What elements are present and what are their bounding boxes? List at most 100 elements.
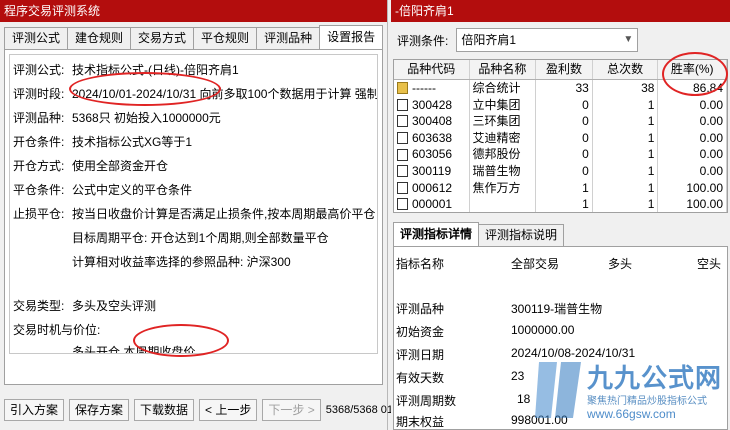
detail-row: 有效天数 23 xyxy=(394,369,727,387)
stop-value: 按当日收盘价计算是否满足止损条件,按本周期最高价平仓 xyxy=(72,207,376,221)
row-code: 603638 xyxy=(412,130,453,145)
table-row[interactable]: 300119 瑞普生物 0 1 0.00 xyxy=(394,162,727,180)
row-profit: 33 xyxy=(536,80,593,97)
detail-row-value: 23 xyxy=(511,369,525,383)
row-code: 300119 xyxy=(412,163,452,178)
checkbox-icon[interactable] xyxy=(397,198,408,211)
detail-row-name: 期末权益 xyxy=(396,415,445,429)
prev-step-button[interactable]: < 上一步 xyxy=(199,399,258,421)
header-name[interactable]: 品种名称 xyxy=(470,60,537,79)
benchmark-value: 计算相对收益率选择的参照品种: 沪深300 xyxy=(72,255,291,269)
row-profit: 1 xyxy=(536,179,593,197)
checkbox-icon[interactable] xyxy=(397,165,408,178)
detail-header: 指标名称 全部交易 多头 空头 xyxy=(394,255,727,273)
row-total: 38 xyxy=(593,80,659,97)
trade-type-value: 多头及空头评测 xyxy=(72,299,157,313)
window-title: 程序交易评测系统 xyxy=(0,0,387,22)
tab-symbols[interactable]: 评测品种 xyxy=(256,27,321,49)
detail-row-name: 评测品种 xyxy=(396,302,445,316)
tab-report[interactable]: 设置报告 xyxy=(319,25,384,49)
header-code[interactable]: 品种代码 xyxy=(394,60,470,79)
report-text-area[interactable]: 评测公式: 技术指标公式-(日线)-倍阳齐肩1 评测时段: 2024/10/01… xyxy=(9,54,378,354)
save-plan-button[interactable]: 保存方案 xyxy=(69,399,130,421)
detail-header-all: 全部交易 xyxy=(511,257,560,271)
timing-value: 多头开仓,本周期收盘价 xyxy=(72,345,196,354)
checkbox-icon[interactable] xyxy=(397,181,408,194)
tab-open-rules[interactable]: 建仓规则 xyxy=(67,27,132,49)
checkbox-icon[interactable] xyxy=(397,115,408,128)
condition-select-value: 倍阳齐肩1 xyxy=(461,33,517,47)
row-name xyxy=(470,196,537,212)
detail-row-name: 评测周期数 xyxy=(396,394,457,408)
period-value: 2024/10/01-2024/10/31 向前多取100个数据用于计算 强制 xyxy=(72,87,378,101)
row-total: 1 xyxy=(593,129,659,147)
row-code: 300408 xyxy=(412,114,453,129)
table-row[interactable]: 000001 1 1 100.00 xyxy=(394,196,727,212)
row-profit: 0 xyxy=(536,129,593,147)
checkbox-icon[interactable] xyxy=(397,98,408,111)
row-name: 艾迪精密 xyxy=(470,129,537,147)
row-code: ------ xyxy=(412,81,436,95)
folder-icon xyxy=(397,82,408,95)
row-rate: 0.00 xyxy=(658,162,727,180)
table-row[interactable]: 300428 立中集团 0 1 0.00 xyxy=(394,96,727,114)
results-table: 品种代码 品种名称 盈利数 总次数 胜率(%) ------ 综合统计 33 38 86… xyxy=(393,59,728,213)
row-code: 000001 xyxy=(412,197,453,212)
row-name: 综合统计 xyxy=(470,80,537,97)
row-total: 1 xyxy=(593,196,659,212)
tab-close-rules[interactable]: 平仓规则 xyxy=(193,27,258,49)
table-row[interactable]: 300408 三环集团 0 1 0.00 xyxy=(394,113,727,130)
target-period-value: 目标周期平仓: 开仓达到1个周期,则全部数量平仓 xyxy=(72,231,329,245)
detail-row: 评测日期 2024/10/08-2024/10/31 xyxy=(394,346,727,364)
tab-trade-method[interactable]: 交易方式 xyxy=(130,27,195,49)
stop-label: 止损平仓: xyxy=(13,207,65,221)
condition-row: 评测条件: 倍阳齐肩1 ▼ xyxy=(397,27,639,53)
table-row[interactable]: ------ 综合统计 33 38 86.84 xyxy=(394,80,727,97)
table-row[interactable]: 603638 艾迪精密 0 1 0.00 xyxy=(394,129,727,147)
row-name: 立中集团 xyxy=(470,96,537,114)
detail-row: 评测周期数 18 xyxy=(394,392,727,410)
row-name: 瑞普生物 xyxy=(470,162,537,180)
detail-row-name: 初始资金 xyxy=(396,325,445,339)
detail-tab-bar: 评测指标详情 评测指标说明 xyxy=(393,222,565,246)
tab-indicator-help[interactable]: 评测指标说明 xyxy=(478,224,565,246)
detail-header-long: 多头 xyxy=(608,257,633,271)
row-total: 1 xyxy=(593,113,659,130)
open-method-label: 开仓方式: xyxy=(13,159,65,173)
detail-header-name: 指标名称 xyxy=(396,257,445,271)
tab-indicator-detail[interactable]: 评测指标详情 xyxy=(393,222,480,246)
condition-select[interactable]: 倍阳齐肩1 ▼ xyxy=(456,28,639,52)
condition-label: 评测条件: xyxy=(397,33,449,48)
download-data-button[interactable]: 下载数据 xyxy=(134,399,195,421)
formula-label: 评测公式: xyxy=(13,63,65,77)
row-profit: 0 xyxy=(536,96,593,114)
row-total: 1 xyxy=(593,96,659,114)
row-name: 德邦股份 xyxy=(470,146,537,163)
result-window: -倍阳齐肩1 评测条件: 倍阳齐肩1 ▼ 品种代码 品种名称 盈利数 总次数 胜… xyxy=(391,0,730,430)
row-total: 1 xyxy=(593,146,659,163)
report-panel: 评测公式: 技术指标公式-(日线)-倍阳齐肩1 评测时段: 2024/10/01… xyxy=(4,49,383,385)
table-row[interactable]: 603056 德邦股份 0 1 0.00 xyxy=(394,146,727,163)
symbols-value: 5368只 初始投入1000000元 xyxy=(72,111,221,125)
tab-formula[interactable]: 评测公式 xyxy=(4,27,69,49)
header-total[interactable]: 总次数 xyxy=(593,60,659,79)
table-row[interactable]: 000612 焦作万方 1 1 100.00 xyxy=(394,179,727,197)
chevron-down-icon[interactable]: ▼ xyxy=(619,29,637,51)
test-system-window: 程序交易评测系统 评测公式 建仓规则 交易方式 平仓规则 评测品种 设置报告 评… xyxy=(0,0,393,430)
checkbox-icon[interactable] xyxy=(397,132,408,145)
detail-row: 初始资金 1000000.00 xyxy=(394,323,727,341)
row-code: 000612 xyxy=(412,180,453,195)
import-plan-button[interactable]: 引入方案 xyxy=(4,399,65,421)
header-win-rate[interactable]: 胜率(%) xyxy=(658,60,727,79)
checkbox-icon[interactable] xyxy=(397,148,408,161)
tab-bar: 评测公式 建仓规则 交易方式 平仓规则 评测品种 设置报告 xyxy=(4,25,384,49)
row-profit: 0 xyxy=(536,146,593,163)
close-cond-label: 平仓条件: xyxy=(13,183,65,197)
results-table-body: ------ 综合统计 33 38 86.84 300428 立中集团 0 1 0.00 300… xyxy=(394,80,727,212)
open-cond-label: 开仓条件: xyxy=(13,135,65,149)
open-method-value: 使用全部资金开仓 xyxy=(72,159,169,173)
header-profit[interactable]: 盈利数 xyxy=(536,60,593,79)
action-bar: 引入方案 保存方案 下载数据 < 上一步 下一步 > 5368/5368 01 xyxy=(4,398,393,422)
open-cond-value: 技术指标公式XG等于1 xyxy=(72,135,193,149)
row-profit: 0 xyxy=(536,113,593,130)
